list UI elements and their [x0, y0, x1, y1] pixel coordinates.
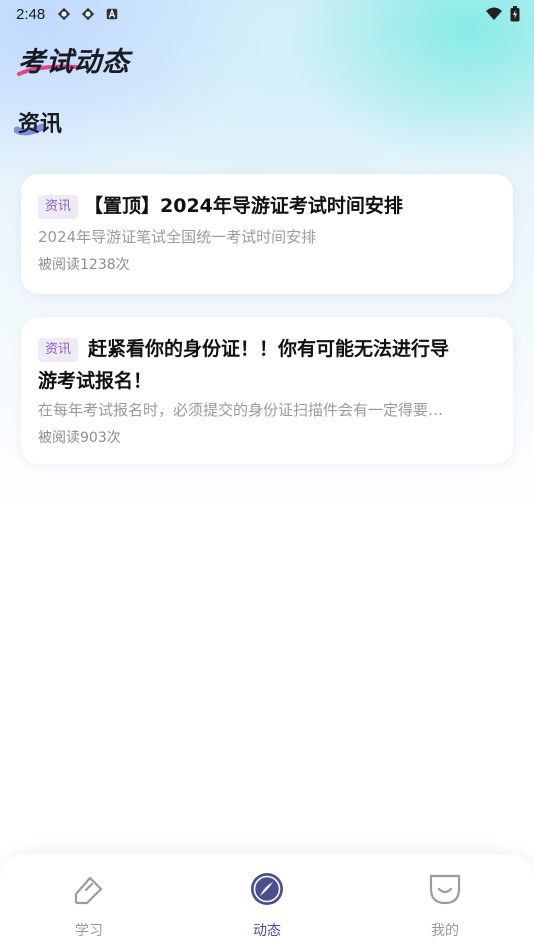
page-title: 考试动态	[18, 47, 130, 78]
tab-study[interactable]: 学习	[0, 854, 178, 950]
news-card[interactable]: 资讯 赶紧看你的身份证！！你有可能无法进行导 游考试报名！ 在每年考试报名时，必…	[21, 317, 513, 464]
status-time: 2:48	[16, 5, 46, 23]
pocket-icon	[429, 874, 461, 905]
category-tag: 资讯	[38, 338, 79, 362]
tab-news[interactable]: 动态	[178, 854, 356, 950]
read-count: 被阅读903次	[38, 430, 121, 446]
tab-label: 动态	[253, 923, 281, 939]
news-summary: 2024年导游证笔试全国统一考试时间安排	[38, 228, 317, 246]
news-summary: 在每年考试报名时，必须提交的身份证扫描件会有一定得要…	[38, 401, 444, 419]
tab-label: 我的	[431, 923, 459, 939]
android-a-icon	[106, 8, 118, 20]
sync-icon	[82, 7, 95, 21]
news-title: 【置顶】2024年导游证考试时间安排	[84, 195, 403, 217]
category-tag: 资讯	[38, 195, 79, 219]
read-count: 被阅读1238次	[38, 257, 130, 273]
tab-mine[interactable]: 我的	[356, 854, 534, 950]
wifi-icon	[486, 7, 502, 20]
battery-icon	[510, 6, 520, 22]
compass-icon	[251, 873, 283, 905]
pencil-icon	[74, 876, 103, 905]
news-title-continued: 游考试报名！	[38, 370, 153, 392]
status-bar: 2:48	[0, 0, 534, 28]
tab-label: 学习	[75, 923, 103, 939]
bottom-tab-bar: 学习 动态 我的	[0, 854, 534, 950]
sync-icon	[58, 7, 71, 21]
news-card[interactable]: 资讯 【置顶】2024年导游证考试时间安排 2024年导游证笔试全国统一考试时间…	[21, 174, 513, 294]
news-title: 赶紧看你的身份证！！你有可能无法进行导	[88, 338, 450, 360]
section-title: 资讯	[18, 112, 63, 137]
